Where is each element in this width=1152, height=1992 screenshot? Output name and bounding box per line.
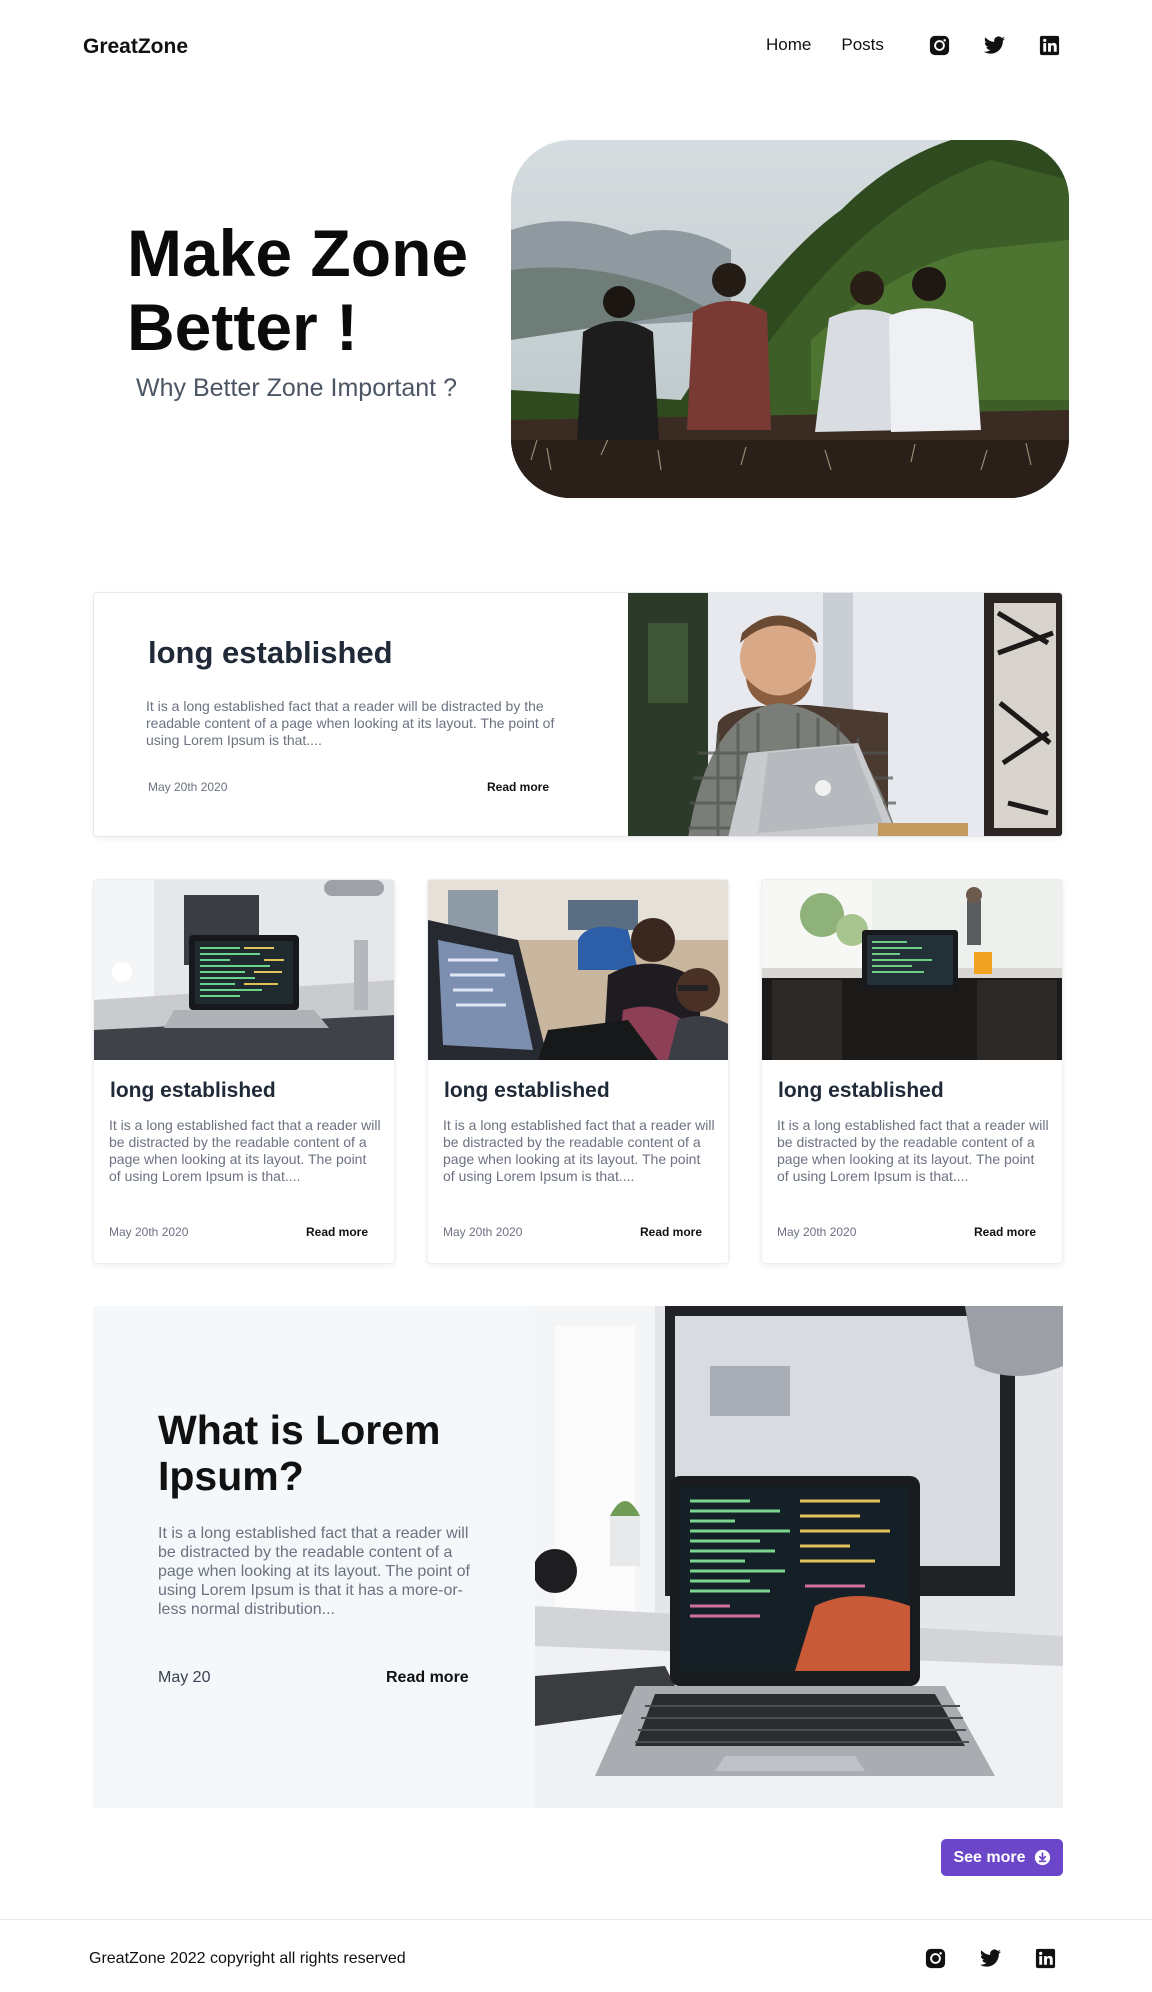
- post-card-date: May 20th 2020: [443, 1225, 523, 1239]
- post-card[interactable]: long established It is a long establishe…: [761, 879, 1063, 1264]
- post-card-date: May 20th 2020: [777, 1225, 857, 1239]
- post-card-title[interactable]: long established: [110, 1079, 276, 1103]
- post-card-read-more[interactable]: Read more: [974, 1225, 1036, 1239]
- footer-social-links: [924, 1947, 1057, 1970]
- featured-post-card[interactable]: long established It is a long establishe…: [93, 592, 1063, 837]
- featured-post-image: [628, 593, 1062, 836]
- hero-title-line-2: Better !: [127, 290, 359, 364]
- featured-read-more-link[interactable]: Read more: [487, 780, 549, 794]
- post-card-read-more[interactable]: Read more: [640, 1225, 702, 1239]
- post-card-image: [94, 880, 394, 1060]
- post-cards-grid: long established It is a long establishe…: [93, 879, 1063, 1264]
- big-article-excerpt: It is a long established fact that a rea…: [158, 1525, 470, 1618]
- post-card-excerpt: It is a long established fact that a rea…: [777, 1117, 1049, 1184]
- brand-logo[interactable]: GreatZone: [83, 35, 188, 59]
- twitter-icon[interactable]: [983, 34, 1006, 57]
- hero-subtitle: Why Better Zone Important ?: [136, 374, 457, 402]
- footer-copyright: GreatZone 2022 copyright all rights rese…: [89, 1950, 406, 1967]
- instagram-icon[interactable]: [928, 34, 951, 57]
- post-card[interactable]: long established It is a long establishe…: [93, 879, 395, 1264]
- post-card-read-more[interactable]: Read more: [306, 1225, 368, 1239]
- big-article-title[interactable]: What is Lorem Ipsum?: [158, 1407, 488, 1499]
- twitter-icon[interactable]: [979, 1947, 1002, 1970]
- nav-home-link[interactable]: Home: [766, 35, 811, 55]
- main-nav: Home Posts: [766, 35, 884, 55]
- linkedin-icon[interactable]: [1038, 34, 1061, 57]
- post-card[interactable]: long established It is a long establishe…: [427, 879, 729, 1264]
- big-article-read-more[interactable]: Read more: [386, 1669, 469, 1687]
- footer-divider: [0, 1919, 1152, 1920]
- post-card-date: May 20th 2020: [109, 1225, 189, 1239]
- big-article-panel[interactable]: What is Lorem Ipsum? It is a long establ…: [93, 1306, 1063, 1808]
- featured-post-date: May 20th 2020: [148, 780, 228, 794]
- hero-title: Make Zone Better !: [127, 216, 468, 364]
- post-card-excerpt: It is a long established fact that a rea…: [109, 1117, 381, 1184]
- header-social-links: [928, 34, 1061, 57]
- site-header: GreatZone Home Posts: [0, 0, 1152, 94]
- post-card-image: [762, 880, 1062, 1060]
- see-more-label: See more: [953, 1848, 1026, 1866]
- featured-post-title[interactable]: long established: [148, 635, 393, 671]
- download-circle-icon: [1034, 1849, 1050, 1866]
- see-more-button[interactable]: See more: [941, 1839, 1063, 1876]
- post-card-image: [428, 880, 728, 1060]
- post-card-excerpt: It is a long established fact that a rea…: [443, 1117, 715, 1184]
- hero-image: [511, 140, 1069, 498]
- linkedin-icon[interactable]: [1034, 1947, 1057, 1970]
- big-article-image: [533, 1306, 1063, 1808]
- post-card-title[interactable]: long established: [444, 1079, 610, 1103]
- nav-posts-link[interactable]: Posts: [841, 35, 884, 55]
- featured-post-excerpt: It is a long established fact that a rea…: [146, 698, 555, 748]
- post-card-title[interactable]: long established: [778, 1079, 944, 1103]
- instagram-icon[interactable]: [924, 1947, 947, 1970]
- big-article-date: May 20: [158, 1669, 211, 1686]
- hero-title-line-1: Make Zone: [127, 216, 469, 290]
